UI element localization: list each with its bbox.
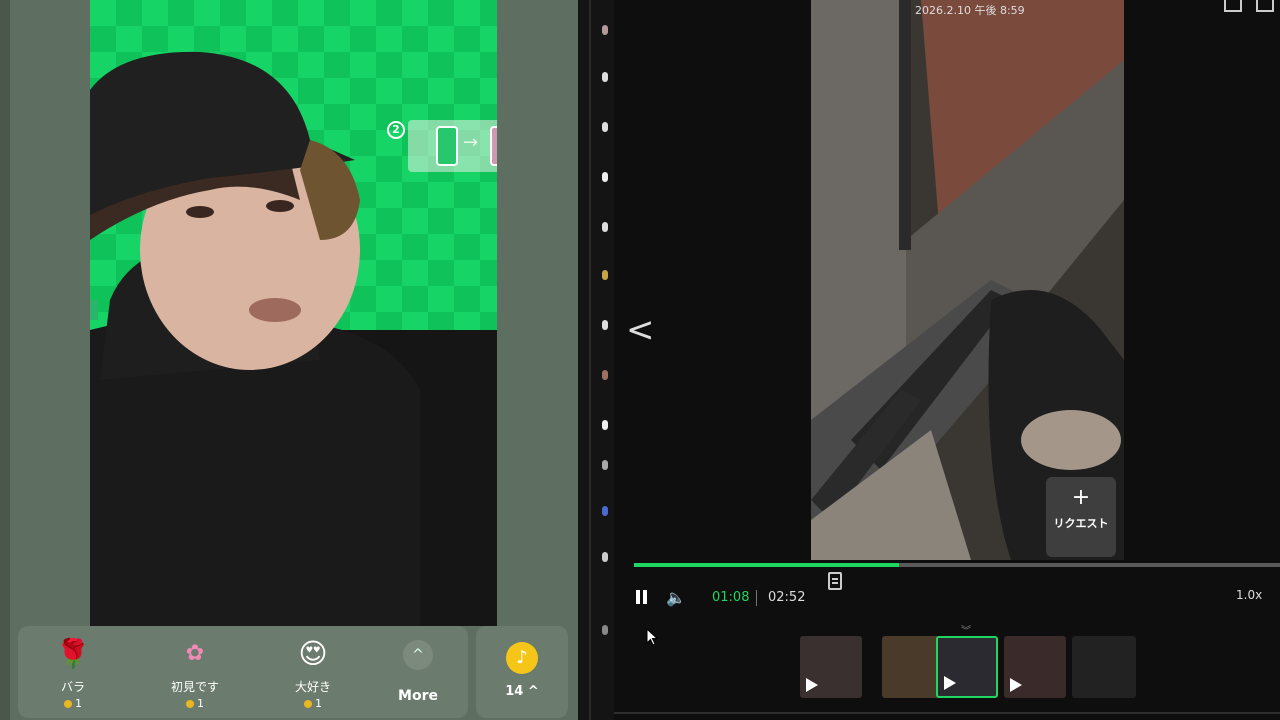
side-dot xyxy=(602,552,608,562)
mouse-cursor-icon xyxy=(646,628,658,646)
gift-name: 大好き xyxy=(294,680,331,694)
side-dot xyxy=(602,506,608,516)
play-icon xyxy=(1010,678,1022,692)
speaker-icon: 🔈 xyxy=(666,588,686,607)
video-frame[interactable]: 2026.2.10 午後 8:59 + リクエスト xyxy=(811,0,1124,560)
live-stream-panel: 2 → 🌹 バラ 1 ✿ 初見です 1 😍 大好き 1 ^ More ♪ 14 … xyxy=(0,0,578,720)
side-dot xyxy=(602,420,608,430)
side-dot xyxy=(602,25,608,35)
side-dot xyxy=(602,222,608,232)
gift-item-daisuki[interactable]: 😍 大好き 1 xyxy=(268,636,358,710)
playback-speed-button[interactable]: 1.0x xyxy=(1236,588,1262,602)
progress-fill xyxy=(634,563,899,567)
chevron-down-icon[interactable]: ︾ xyxy=(961,622,971,637)
volume-button[interactable]: 🔈 xyxy=(666,588,688,608)
hatsumi-sticker-icon: ✿ xyxy=(185,641,205,666)
bottom-divider xyxy=(614,712,1280,714)
heart-emoji-icon: 😍 xyxy=(298,637,328,670)
video-player: 2026.2.10 午後 8:59 + リクエスト < 🔈 01:08 02:5… xyxy=(614,0,1280,720)
thumbnail-item[interactable] xyxy=(1004,636,1066,698)
thumbnail-item[interactable] xyxy=(882,636,944,698)
overlay-step-badge: 2 xyxy=(387,121,405,139)
panel-separator xyxy=(578,0,614,720)
gift-bar: 🌹 バラ 1 ✿ 初見です 1 😍 大好き 1 ^ More xyxy=(18,626,468,718)
gift-price: 1 xyxy=(28,697,118,710)
playback-controls: 🔈 01:08 02:52 xyxy=(634,586,1274,610)
current-time: 01:08 xyxy=(712,590,750,605)
side-dot xyxy=(602,320,608,330)
pause-button[interactable] xyxy=(634,590,650,606)
rose-icon: 🌹 xyxy=(55,637,91,670)
request-button[interactable]: + リクエスト xyxy=(1046,477,1116,557)
gift-price: 1 xyxy=(150,697,240,710)
pause-icon xyxy=(636,590,640,604)
side-dot xyxy=(602,72,608,82)
share-icon[interactable] xyxy=(1224,0,1242,12)
side-dot xyxy=(602,172,608,182)
arrow-right-icon: → xyxy=(463,132,479,153)
thumbnail-item[interactable] xyxy=(800,636,862,698)
coin-balance-button[interactable]: ♪ 14 ^ xyxy=(476,626,568,718)
plus-icon: + xyxy=(1071,485,1091,510)
more-label: More xyxy=(398,688,438,704)
side-dot xyxy=(602,122,608,132)
video-timestamp: 2026.2.10 午後 8:59 xyxy=(915,4,1025,17)
stream-video[interactable]: 2 → xyxy=(90,0,497,626)
time-divider xyxy=(756,590,757,606)
panel-edge xyxy=(0,0,10,720)
tiktok-coin-icon: ♪ xyxy=(506,642,538,674)
total-time: 02:52 xyxy=(768,590,806,605)
play-icon xyxy=(944,676,956,690)
phone-after-icon xyxy=(490,126,497,166)
coin-icon xyxy=(64,700,72,708)
thumbnail-item-active[interactable] xyxy=(936,636,998,698)
coin-icon xyxy=(304,700,312,708)
phone-before-icon xyxy=(436,126,458,166)
more-gifts-button[interactable]: ^ More xyxy=(388,636,448,704)
side-dot xyxy=(602,270,608,280)
side-dot xyxy=(602,625,608,635)
gift-name: 初見です xyxy=(170,680,219,694)
request-label: リクエスト xyxy=(1053,517,1109,530)
gift-price: 1 xyxy=(268,697,358,710)
previous-video-button[interactable]: < xyxy=(626,310,656,350)
pause-icon xyxy=(643,590,647,604)
streamer-figure xyxy=(90,51,497,626)
play-icon xyxy=(806,678,818,692)
overlay-transition-card: → xyxy=(408,120,497,172)
gift-item-hatsumi[interactable]: ✿ 初見です 1 xyxy=(150,636,240,710)
coin-icon xyxy=(186,700,194,708)
screen: 2 → 🌹 バラ 1 ✿ 初見です 1 😍 大好き 1 ^ More ♪ 14 … xyxy=(0,0,1280,720)
side-dot xyxy=(602,370,608,380)
video-scene xyxy=(811,0,1124,560)
thumbnail-strip xyxy=(800,636,1140,700)
separator-line xyxy=(589,0,591,720)
coin-count: 14 ^ xyxy=(505,684,539,699)
progress-bar[interactable] xyxy=(634,563,1280,567)
side-dot xyxy=(602,460,608,470)
gift-name: バラ xyxy=(60,680,85,694)
gift-item-rose[interactable]: 🌹 バラ 1 xyxy=(28,636,118,710)
chevron-up-icon: ^ xyxy=(403,640,433,670)
download-icon[interactable] xyxy=(1256,0,1274,12)
thumbnail-item[interactable] xyxy=(1072,636,1136,698)
